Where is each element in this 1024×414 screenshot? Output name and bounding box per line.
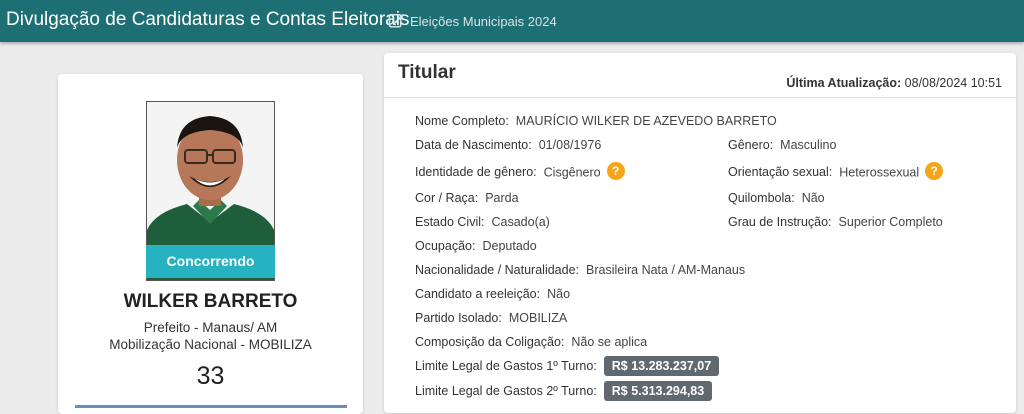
candidate-name: WILKER BARRETO bbox=[123, 291, 298, 312]
field-label: Cor / Raça: bbox=[415, 191, 479, 205]
field-nascimento: Data de Nascimento: 01/08/1976 bbox=[415, 138, 601, 152]
field-value: MOBILIZA bbox=[508, 311, 568, 325]
field-label: Candidato a reeleição: bbox=[415, 287, 541, 301]
question-icon[interactable]: ? bbox=[606, 162, 625, 180]
field-nome: Nome Completo: MAURÍCIO WILKER DE AZEVEDO… bbox=[415, 114, 777, 128]
edit-icon bbox=[388, 14, 404, 28]
field-genero: Gênero: Masculino bbox=[728, 138, 836, 152]
question-icon[interactable]: ? bbox=[925, 162, 944, 180]
field-value: Não bbox=[547, 287, 571, 301]
field-value: Parda bbox=[485, 191, 519, 205]
field-ocupacao: Ocupação: Deputado bbox=[415, 239, 537, 253]
field-label: Limite Legal de Gastos 1º Turno: bbox=[415, 359, 597, 373]
money-badge: R$ 13.283.237,07 bbox=[603, 356, 720, 376]
last-update-label: Última Atualização: bbox=[786, 76, 902, 90]
field-reeleicao: Candidato a reeleição: Não bbox=[415, 287, 570, 301]
field-estado-civil: Estado Civil: Casado(a) bbox=[415, 215, 550, 229]
field-value: Casado(a) bbox=[491, 215, 550, 229]
last-update: Última Atualização: 08/08/2024 10:51 bbox=[786, 76, 1002, 90]
top-header-bar: Divulgação de Candidaturas e Contas Elei… bbox=[0, 0, 1024, 42]
app-title[interactable]: Divulgação de Candidaturas e Contas Elei… bbox=[6, 9, 409, 31]
field-label: Nome Completo: bbox=[415, 114, 509, 128]
last-update-value: 08/08/2024 10:51 bbox=[904, 76, 1002, 90]
field-label: Limite Legal de Gastos 2º Turno: bbox=[415, 384, 597, 398]
candidate-party: Mobilização Nacional - MOBILIZA bbox=[109, 337, 312, 352]
field-value: Brasileira Nata / AM-Manaus bbox=[586, 263, 746, 277]
field-label: Quilombola: bbox=[728, 191, 795, 205]
field-value: Masculino bbox=[780, 138, 837, 152]
field-value: Cisgênero bbox=[543, 165, 601, 180]
field-value: Não se aplica bbox=[571, 335, 648, 349]
field-label: Nacionalidade / Naturalidade: bbox=[415, 263, 579, 277]
field-label: Grau de Instrução: bbox=[728, 215, 832, 229]
status-badge: Concorrendo bbox=[146, 245, 275, 278]
money-badge: R$ 5.313.294,83 bbox=[603, 381, 713, 401]
field-cor: Cor / Raça: Parda bbox=[415, 191, 519, 205]
field-partido: Partido Isolado: MOBILIZA bbox=[415, 311, 567, 325]
field-label: Partido Isolado: bbox=[415, 311, 502, 325]
field-instrucao: Grau de Instrução: Superior Completo bbox=[728, 215, 943, 229]
card-divider bbox=[75, 405, 347, 408]
field-label: Orientação sexual: bbox=[728, 165, 833, 180]
panel-title: Titular bbox=[398, 62, 456, 83]
panel-divider bbox=[384, 97, 1016, 98]
field-value: Não bbox=[801, 191, 825, 205]
field-label: Gênero: bbox=[728, 138, 774, 152]
field-quilombola: Quilombola: Não bbox=[728, 191, 825, 205]
candidate-card: Concorrendo WILKER BARRETO Prefeito - Ma… bbox=[58, 74, 363, 414]
field-value: Deputado bbox=[482, 239, 537, 253]
field-value: 01/08/1976 bbox=[538, 138, 602, 152]
candidate-number: 33 bbox=[196, 362, 225, 390]
field-limite-2: Limite Legal de Gastos 2º Turno: R$ 5.313… bbox=[415, 381, 713, 401]
candidate-role: Prefeito - Manaus/ AM bbox=[143, 320, 278, 335]
field-limite-1: Limite Legal de Gastos 1º Turno: R$ 13.28… bbox=[415, 356, 720, 376]
field-label: Estado Civil: bbox=[415, 215, 485, 229]
field-value: Heterossexual bbox=[839, 165, 920, 180]
field-identidade: Identidade de gênero: Cisgênero? bbox=[415, 162, 625, 182]
field-label: Identidade de gênero: bbox=[415, 165, 537, 180]
field-label: Ocupação: bbox=[415, 239, 476, 253]
election-subtitle[interactable]: Eleições Municipais 2024 bbox=[410, 14, 557, 29]
field-label: Data de Nascimento: bbox=[415, 138, 532, 152]
field-value: MAURÍCIO WILKER DE AZEVEDO BARRETO bbox=[515, 114, 777, 128]
field-coligacao: Composição da Coligação: Não se aplica bbox=[415, 335, 647, 349]
field-label: Composição da Coligação: bbox=[415, 335, 565, 349]
field-orientacao: Orientação sexual: Heterossexual? bbox=[728, 162, 944, 182]
details-panel: Titular Última Atualização: 08/08/2024 1… bbox=[384, 53, 1016, 413]
field-value: Superior Completo bbox=[838, 215, 943, 229]
field-nacionalidade: Nacionalidade / Naturalidade: Brasileira … bbox=[415, 263, 745, 277]
